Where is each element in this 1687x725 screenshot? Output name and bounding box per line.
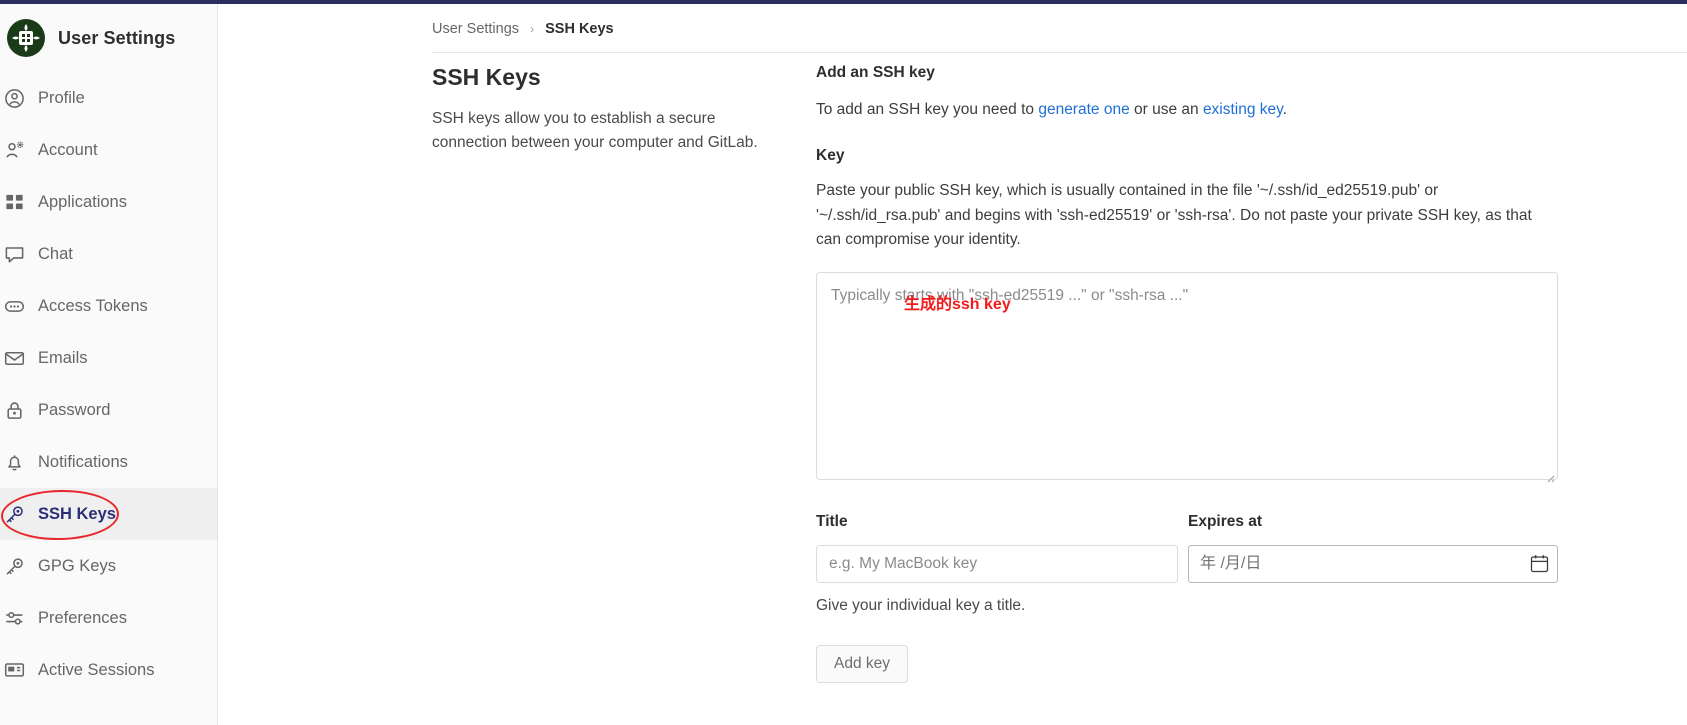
sidebar-item-label: Notifications	[38, 452, 128, 471]
sidebar-item-label: SSH Keys	[38, 504, 116, 523]
sidebar-item-preferences[interactable]: Preferences	[0, 592, 217, 644]
header-divider	[432, 52, 1687, 53]
sidebar-item-access-tokens[interactable]: Access Tokens	[0, 280, 217, 332]
user-circle-icon	[4, 86, 34, 110]
sidebar-item-ssh-keys[interactable]: SSH Keys	[0, 488, 217, 540]
sidebar-item-profile[interactable]: Profile	[0, 72, 217, 124]
gitlab-tanuki-logo-icon	[6, 18, 46, 58]
title-field-hint: Give your individual key a title.	[816, 596, 1026, 614]
sidebar-item-label: Chat	[38, 244, 73, 263]
breadcrumb-current: SSH Keys	[545, 21, 614, 37]
form-intro-text-before: To add an SSH key you need to	[816, 101, 1039, 118]
sidebar-item-active-sessions[interactable]: Active Sessions	[0, 644, 217, 696]
generate-one-link[interactable]: generate one	[1038, 101, 1129, 118]
breadcrumb: User Settings › SSH Keys	[432, 21, 614, 37]
expires-field-group: Expires at	[1188, 513, 1558, 583]
settings-sidebar: User Settings Profile Account Applications…	[0, 4, 218, 725]
page-title: SSH Keys	[432, 64, 541, 90]
sidebar-item-label: Profile	[38, 88, 85, 107]
title-field-group: Title	[816, 513, 1178, 583]
token-pill-icon	[4, 294, 34, 318]
sidebar-item-label: Emails	[38, 348, 88, 367]
sidebar-item-gpg-keys[interactable]: GPG Keys	[0, 540, 217, 592]
key-title-input[interactable]	[816, 544, 1178, 583]
key-field-label: Key	[816, 147, 845, 165]
main-content: User Settings › SSH Keys SSH Keys SSH ke…	[236, 4, 1687, 725]
form-heading: Add an SSH key	[816, 64, 935, 81]
key-field-help: Paste your public SSH key, which is usua…	[816, 182, 1532, 249]
expires-field-label: Expires at	[1188, 512, 1263, 530]
form-intro-text-after: .	[1282, 101, 1288, 118]
lock-icon	[4, 398, 34, 422]
key-icon	[4, 502, 34, 526]
sidebar-item-account[interactable]: Account	[0, 124, 217, 176]
settings-description-column: SSH Keys SSH keys allow you to establish…	[432, 64, 792, 155]
sidebar-header: User Settings	[0, 4, 217, 72]
date-input-wrapper	[1188, 544, 1558, 583]
sidebar-item-password[interactable]: Password	[0, 384, 217, 436]
breadcrumb-separator-icon: ›	[530, 22, 535, 36]
expires-at-input[interactable]	[1188, 544, 1558, 583]
sidebar-item-label: Applications	[38, 192, 127, 211]
sidebar-item-label: Access Tokens	[38, 296, 148, 315]
user-gear-icon	[4, 138, 34, 162]
page-root: User Settings Profile Account Applications…	[0, 0, 1687, 725]
sidebar-item-label: Account	[38, 140, 98, 159]
sliders-icon	[4, 606, 34, 630]
form-intro-text-middle: or use an	[1129, 101, 1203, 118]
key-icon	[4, 554, 34, 578]
sidebar-title: User Settings	[58, 27, 176, 48]
chat-bubble-icon	[4, 242, 34, 266]
monitor-icon	[4, 658, 34, 682]
title-field-label: Title	[816, 512, 848, 530]
sidebar-nav-list: Profile Account Applications Chat Access Tok…	[0, 72, 217, 696]
breadcrumb-parent-link[interactable]: User Settings	[432, 21, 519, 37]
existing-key-link[interactable]: existing key	[1203, 101, 1283, 118]
sidebar-item-label: Active Sessions	[38, 660, 155, 679]
page-description: SSH keys allow you to establish a secure…	[432, 110, 758, 152]
bell-icon	[4, 450, 34, 474]
add-ssh-key-form: Add an SSH key To add an SSH key you nee…	[816, 64, 1564, 683]
sidebar-item-applications[interactable]: Applications	[0, 176, 217, 228]
key-textarea-wrapper: 生成的ssh key	[816, 271, 1558, 485]
sidebar-item-notifications[interactable]: Notifications	[0, 436, 217, 488]
add-key-button[interactable]: Add key	[816, 644, 909, 683]
sidebar-item-emails[interactable]: Emails	[0, 332, 217, 384]
title-expiry-row: Title Expires at	[816, 513, 1564, 583]
form-intro: To add an SSH key you need to generate o…	[816, 98, 1564, 121]
ssh-key-input[interactable]	[816, 271, 1558, 480]
sidebar-item-label: GPG Keys	[38, 556, 116, 575]
sidebar-item-label: Preferences	[38, 608, 127, 627]
grid-apps-icon	[4, 190, 34, 214]
sidebar-item-label: Password	[38, 400, 111, 419]
envelope-icon	[4, 346, 34, 370]
sidebar-item-chat[interactable]: Chat	[0, 228, 217, 280]
